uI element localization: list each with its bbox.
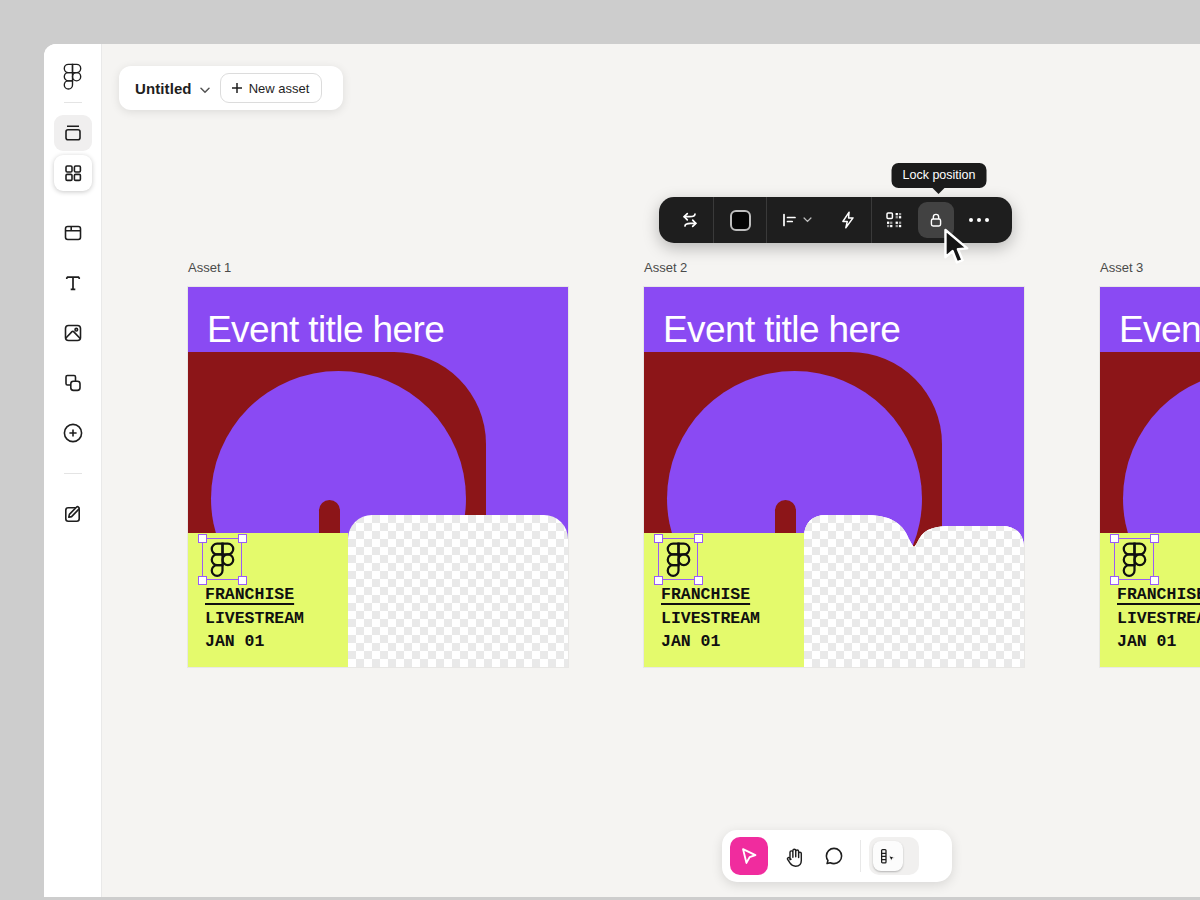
measure-tool-button[interactable] (869, 837, 919, 875)
logo-selection-box[interactable] (1114, 538, 1154, 580)
asset-label[interactable]: Asset 3 (1100, 260, 1200, 275)
ruler-cursor-icon (878, 846, 898, 866)
file-panel: Untitled New asset (119, 66, 343, 110)
more-options-button[interactable] (956, 197, 1002, 243)
brand-text[interactable]: FRANCHISE LIVESTREAM JAN 01 (205, 583, 304, 654)
apply-to-all-button[interactable] (872, 197, 916, 243)
chevron-down-icon[interactable] (200, 80, 210, 98)
sidebar-item-slides[interactable] (54, 115, 92, 151)
event-title[interactable]: Event title here (1119, 309, 1200, 351)
selection-handle[interactable] (1110, 534, 1119, 543)
sidebar-item-drafts[interactable] (54, 496, 92, 532)
selection-handle[interactable] (654, 534, 663, 543)
card-figma-logo-icon (1122, 542, 1147, 577)
brand-text[interactable]: FRANCHISE LIVESTREAM JAN 01 (661, 583, 760, 654)
lock-icon (926, 210, 946, 230)
asset-frame: Asset 1 Event title here (188, 260, 568, 667)
swap-instance-button[interactable] (667, 197, 713, 243)
select-tool-button[interactable] (730, 837, 768, 875)
comment-tool-button[interactable] (814, 836, 854, 876)
design-canvas[interactable]: Untitled New asset Asset 1 Event title h… (102, 44, 1200, 897)
selection-handle[interactable] (238, 534, 247, 543)
fill-swatch (730, 210, 751, 231)
figma-logo-icon[interactable] (59, 60, 87, 92)
card-figma-logo-icon (210, 542, 235, 577)
new-asset-button[interactable]: New asset (220, 73, 323, 103)
sidebar-item-add[interactable] (54, 415, 92, 451)
fill-color-button[interactable] (714, 197, 766, 243)
event-title[interactable]: Event title here (207, 309, 444, 351)
apply-grid-icon (884, 210, 904, 230)
sidebar-item-assets-grid[interactable] (54, 155, 92, 191)
image-placeholder[interactable] (348, 515, 568, 667)
asset-frame: Asset 2 Event title here (644, 260, 1024, 667)
brand-text[interactable]: FRANCHISE LIVESTREAM JAN 01 (1117, 583, 1200, 654)
asset-card[interactable]: Event title here FRANCHISE LIVESTREAM (1100, 287, 1200, 667)
selection-handle[interactable] (1150, 534, 1159, 543)
asset-frame: Asset 3 Event title here (1100, 260, 1200, 667)
event-title[interactable]: Event title here (663, 309, 900, 351)
asset-card[interactable]: Event title here FRANCHISE LIVESTREAM (644, 287, 1024, 667)
cursor-tool-icon (738, 845, 760, 867)
asset-label[interactable]: Asset 2 (644, 260, 1024, 275)
hand-icon (783, 845, 806, 868)
text-align-button[interactable] (767, 197, 825, 243)
logo-selection-box[interactable] (202, 538, 242, 580)
new-asset-label: New asset (249, 81, 310, 96)
plus-icon (231, 82, 243, 94)
sidebar-item-text[interactable] (54, 265, 92, 301)
context-toolbar (659, 197, 1012, 243)
lock-position-button[interactable] (918, 202, 954, 238)
bottom-toolbar (722, 830, 952, 882)
more-icon (969, 218, 989, 222)
asset-label[interactable]: Asset 1 (188, 260, 568, 275)
tool-sidebar (44, 44, 102, 897)
toolbar-divider (860, 840, 861, 872)
hand-tool-button[interactable] (774, 836, 814, 876)
comment-icon (823, 845, 845, 867)
quick-actions-button[interactable] (825, 197, 871, 243)
logo-selection-box[interactable] (658, 538, 698, 580)
file-name[interactable]: Untitled (135, 80, 192, 97)
selection-handle[interactable] (198, 534, 207, 543)
tooltip: Lock position (892, 163, 987, 188)
measure-key (873, 841, 903, 871)
align-left-icon (780, 211, 798, 229)
asset-card[interactable]: Event title here FRANCHISE LIVESTREAM (188, 287, 568, 667)
selection-handle[interactable] (694, 534, 703, 543)
sidebar-item-templates[interactable] (54, 215, 92, 251)
app-window: Untitled New asset Asset 1 Event title h… (44, 44, 1200, 897)
sidebar-divider (64, 102, 82, 103)
sidebar-divider (64, 473, 82, 474)
card-figma-logo-icon (666, 542, 691, 577)
sidebar-item-shapes[interactable] (54, 365, 92, 401)
sidebar-item-image[interactable] (54, 315, 92, 351)
chevron-down-icon (803, 217, 812, 223)
swap-icon (678, 208, 702, 232)
lightning-icon (837, 209, 859, 231)
